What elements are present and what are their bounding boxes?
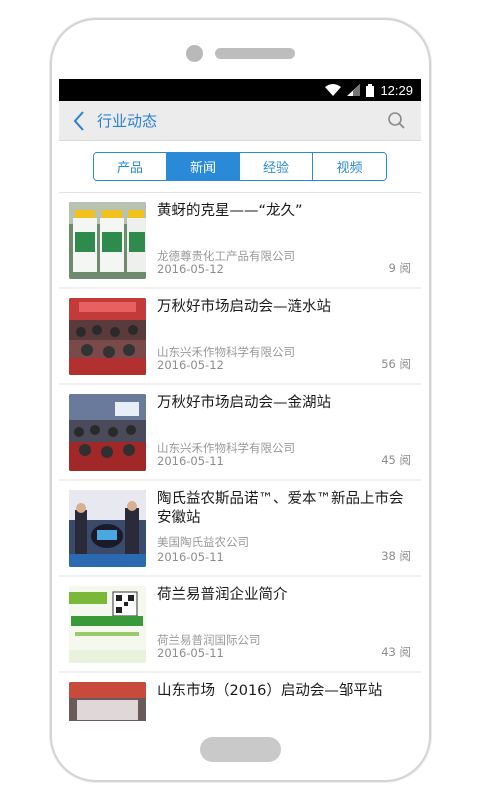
battery-icon xyxy=(366,83,375,97)
news-info: 黄蚜的克星——“龙久” 龙德尊贵化工产品有限公司 2016-05-12 9 阅 xyxy=(157,202,411,282)
signal-icon xyxy=(347,84,361,96)
news-date: 2016-05-12 xyxy=(157,262,224,276)
list-item[interactable]: 万秋好市场启动会—涟水站 山东兴禾作物科学有限公司 2016-05-12 56 … xyxy=(59,289,421,383)
news-thumbnail xyxy=(69,586,146,663)
list-item[interactable]: 荷兰易普润企业简介 荷兰易普润国际公司 2016-05-11 43 阅 xyxy=(59,577,421,671)
news-info: 荷兰易普润企业简介 荷兰易普润国际公司 2016-05-11 43 阅 xyxy=(157,586,411,666)
read-count: 45 阅 xyxy=(381,453,411,467)
news-date: 2016-05-11 xyxy=(157,550,224,564)
tab-bar: 产品 新闻 经验 视频 xyxy=(59,141,421,193)
news-date: 2016-05-11 xyxy=(157,454,224,468)
read-count: 38 阅 xyxy=(381,549,411,563)
page-title: 行业动态 xyxy=(97,112,158,130)
app-header: 行业动态 xyxy=(59,101,421,141)
search-button[interactable] xyxy=(387,111,407,131)
list-item[interactable]: 山东市场（2016）启动会—邹平站 xyxy=(59,673,421,721)
news-title: 万秋好市场启动会—涟水站 xyxy=(157,299,331,315)
list-item[interactable]: 黄蚜的克星——“龙久” 龙德尊贵化工产品有限公司 2016-05-12 9 阅 xyxy=(59,193,421,287)
news-info: 陶氏益农斯品诺™、爱本™新品上市会安徽站 美国陶氏益农公司 2016-05-11… xyxy=(157,490,411,570)
front-camera xyxy=(186,45,203,62)
search-icon xyxy=(388,112,405,129)
speaker-grille xyxy=(215,48,295,59)
news-title: 万秋好市场启动会—金湖站 xyxy=(157,395,331,411)
news-thumbnail xyxy=(69,298,146,375)
chevron-left-icon xyxy=(73,110,84,131)
app-screen: 12:29 行业动态 产品 新闻 经验 视频 黄蚜的克星——“龙久” 龙德尊贵化… xyxy=(59,79,421,721)
read-count: 56 阅 xyxy=(381,357,411,371)
news-thumbnail xyxy=(69,682,146,721)
back-button[interactable] xyxy=(63,101,95,141)
tab-experience[interactable]: 经验 xyxy=(240,153,313,180)
news-info: 万秋好市场启动会—金湖站 山东兴禾作物科学有限公司 2016-05-11 45 … xyxy=(157,394,411,474)
segmented-tabs: 产品 新闻 经验 视频 xyxy=(93,152,387,181)
news-date: 2016-05-11 xyxy=(157,646,224,660)
news-thumbnail xyxy=(69,490,146,567)
news-source: 美国陶氏益农公司 xyxy=(157,535,249,549)
news-title: 陶氏益农斯品诺™、爱本™新品上市会安徽站 xyxy=(157,491,404,526)
home-button[interactable] xyxy=(200,737,281,762)
news-title: 山东市场（2016）启动会—邹平站 xyxy=(157,683,383,699)
news-info: 山东市场（2016）启动会—邹平站 xyxy=(157,682,411,721)
read-count: 9 阅 xyxy=(388,261,411,275)
news-thumbnail xyxy=(69,394,146,471)
tab-products[interactable]: 产品 xyxy=(94,153,167,180)
read-count: 43 阅 xyxy=(381,645,411,659)
wifi-icon xyxy=(325,84,342,96)
status-time: 12:29 xyxy=(380,82,413,98)
news-list: 黄蚜的克星——“龙久” 龙德尊贵化工产品有限公司 2016-05-12 9 阅 xyxy=(59,193,421,721)
news-date: 2016-05-12 xyxy=(157,358,224,372)
list-item[interactable]: 万秋好市场启动会—金湖站 山东兴禾作物科学有限公司 2016-05-11 45 … xyxy=(59,385,421,479)
news-title: 荷兰易普润企业简介 xyxy=(157,587,288,603)
news-title: 黄蚜的克星——“龙久” xyxy=(157,203,303,219)
tab-news[interactable]: 新闻 xyxy=(167,153,240,180)
news-thumbnail xyxy=(69,202,146,279)
list-item[interactable]: 陶氏益农斯品诺™、爱本™新品上市会安徽站 美国陶氏益农公司 2016-05-11… xyxy=(59,481,421,575)
status-bar: 12:29 xyxy=(59,79,421,101)
news-info: 万秋好市场启动会—涟水站 山东兴禾作物科学有限公司 2016-05-12 56 … xyxy=(157,298,411,378)
tab-videos[interactable]: 视频 xyxy=(313,153,386,180)
